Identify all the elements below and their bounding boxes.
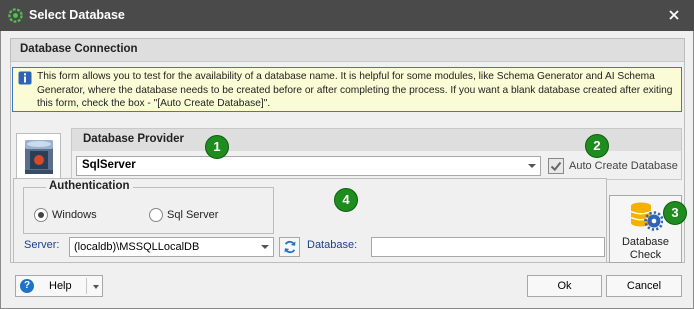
sql-server-logo-icon [24,140,53,174]
connection-settings-panel: Authentication Windows Sql Server Server… [13,178,607,263]
title-bar: Select Database [0,0,694,31]
window-title: Select Database [29,8,125,22]
dialog-body: Database Connection This form allows you… [0,31,694,309]
callout-marker-1: 1 [205,135,229,159]
database-check-label-line2: Check [629,248,662,261]
database-gear-icon [630,202,663,231]
callout-marker-3: 3 [663,201,687,225]
windows-auth-label: Windows [52,209,97,221]
auto-create-label: Auto Create Database [569,160,678,172]
help-icon: ? [20,279,34,293]
chevron-down-icon [261,245,269,249]
close-icon [669,10,679,20]
server-value: (localdb)\MSSQLLocalDB [74,241,200,253]
authentication-group: Authentication Windows Sql Server [23,180,274,234]
help-button[interactable]: ? Help [15,275,103,297]
auto-create-checkbox[interactable] [548,158,564,174]
sql-server-logo [16,133,61,181]
ok-button[interactable]: Ok [527,275,602,297]
provider-select[interactable]: SqlServer [76,156,541,176]
refresh-icon [284,240,295,254]
database-name-input[interactable] [371,237,605,257]
info-text: This form allows you to test for the ava… [37,71,673,109]
sql-server-auth-radio[interactable] [149,208,163,222]
windows-auth-option[interactable]: Windows [34,208,97,222]
database-check-label: Database Check [610,236,681,261]
callout-marker-2: 2 [585,134,609,158]
help-label: Help [49,280,72,292]
authentication-legend: Authentication [46,180,133,192]
auto-create-option[interactable]: Auto Create Database [548,157,678,175]
info-icon [18,71,32,85]
sql-server-auth-option[interactable]: Sql Server [149,208,218,222]
checkmark-icon [550,161,562,172]
info-panel: This form allows you to test for the ava… [12,67,682,112]
close-button[interactable] [663,5,685,25]
database-label: Database: [307,239,358,251]
provider-value: SqlServer [82,159,136,171]
help-divider [86,278,87,294]
refresh-servers-button[interactable] [279,237,300,257]
chevron-down-icon[interactable] [93,285,99,289]
windows-auth-radio[interactable] [34,208,48,222]
database-check-label-line1: Database [621,236,670,248]
server-label: Server: [24,239,60,251]
chevron-down-icon [528,164,536,168]
server-select[interactable]: (localdb)\MSSQLLocalDB [69,237,274,257]
database-connection-header: Database Connection [11,39,684,62]
app-gear-icon [8,8,23,23]
cancel-button[interactable]: Cancel [606,275,682,297]
sql-server-auth-label: Sql Server [167,209,219,221]
callout-marker-4: 4 [334,188,358,212]
